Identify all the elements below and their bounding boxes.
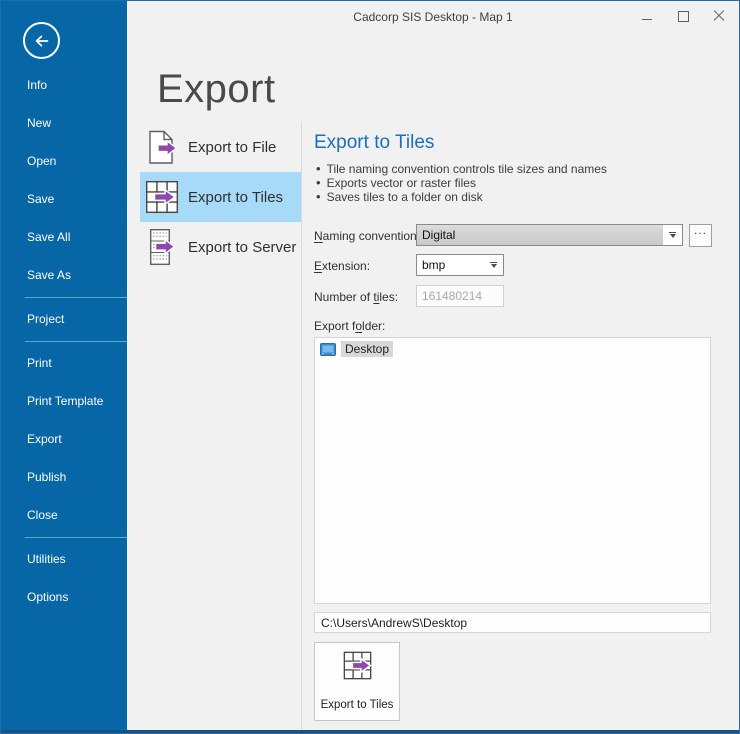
panel-title: Export to Tiles	[314, 132, 435, 153]
sidebar-item-label: Publish	[27, 470, 67, 484]
sidebar-item-info[interactable]: Info	[1, 66, 127, 104]
sidebar-item-label: Utilities	[27, 552, 66, 566]
sidebar-item-label: Print	[27, 356, 52, 370]
extension-value: bmp	[422, 258, 446, 272]
bullet-item: Tile naming convention controls tile siz…	[316, 162, 607, 176]
number-of-tiles-field: 161480214	[416, 285, 504, 307]
extension-select[interactable]: bmp	[416, 254, 504, 276]
close-icon	[713, 10, 725, 22]
sidebar-menu: Info New Open Save Save All Save As Proj…	[1, 66, 127, 616]
sidebar-item-print[interactable]: Print	[1, 344, 127, 382]
naming-convention-label: Naming convention:	[314, 229, 421, 243]
window-controls	[629, 1, 737, 31]
sidebar-item-label: Save All	[27, 230, 71, 244]
nav-item-label: Export to Tiles	[188, 188, 284, 206]
sidebar-item-label: New	[27, 116, 52, 130]
tree-item-desktop[interactable]: Desktop	[320, 341, 710, 357]
export-file-icon	[143, 127, 181, 167]
nav-item-export-to-file[interactable]: Export to File	[140, 122, 301, 172]
sidebar-item-open[interactable]: Open	[1, 142, 127, 180]
bullet-item: Saves tiles to a folder on disk	[316, 190, 607, 204]
sidebar-item-label: Save As	[27, 268, 72, 282]
desktop-icon	[320, 342, 336, 356]
sidebar-item-save-as[interactable]: Save As	[1, 256, 127, 294]
naming-convention-select[interactable]: Digital	[416, 224, 683, 246]
export-tiles-icon	[143, 177, 181, 217]
sidebar-item-export[interactable]: Export	[1, 420, 127, 458]
sidebar-item-close[interactable]: Close	[1, 496, 127, 534]
naming-convention-value: Digital	[417, 225, 663, 245]
export-type-list: Export to File Export to Tiles Export to…	[140, 122, 301, 272]
extension-label: Extension:	[314, 259, 371, 273]
app-window: { "window": { "title": "Cadcorp SIS Desk…	[0, 0, 740, 734]
sidebar-item-label: Project	[27, 312, 65, 326]
sidebar-item-utilities[interactable]: Utilities	[1, 540, 127, 578]
export-to-tiles-button-label: Export to Tiles	[320, 699, 394, 711]
panel-description: Tile naming convention controls tile siz…	[316, 162, 607, 204]
bullet-item: Exports vector or raster files	[316, 176, 607, 190]
window-border-bottom	[1, 730, 739, 733]
browse-naming-convention-button[interactable]: ...	[689, 224, 712, 247]
chevron-down-icon[interactable]	[663, 225, 682, 245]
export-tiles-icon	[343, 651, 372, 680]
export-folder-label: Export folder:	[314, 319, 386, 333]
sidebar-item-label: Save	[27, 192, 55, 206]
chevron-down-icon[interactable]	[484, 255, 503, 275]
maximize-icon	[677, 10, 689, 22]
sidebar-item-print-template[interactable]: Print Template	[1, 382, 127, 420]
export-path-input[interactable]	[314, 612, 711, 633]
page-title: Export	[157, 67, 276, 111]
close-button[interactable]	[701, 1, 737, 31]
minimize-icon	[642, 18, 652, 20]
number-of-tiles-label: Number of tiles:	[314, 290, 399, 304]
back-arrow-icon	[35, 35, 48, 46]
nav-item-label: Export to Server	[188, 238, 297, 256]
sidebar-item-label: Info	[27, 78, 48, 92]
sidebar-item-new[interactable]: New	[1, 104, 127, 142]
sidebar-item-label: Close	[27, 508, 58, 522]
sidebar-item-options[interactable]: Options	[1, 578, 127, 616]
sidebar-item-label: Print Template	[27, 394, 104, 408]
nav-item-export-to-server[interactable]: Export to Server	[140, 222, 301, 272]
panel-divider	[301, 122, 302, 730]
maximize-button[interactable]	[665, 1, 701, 31]
sidebar-item-label: Options	[27, 590, 69, 604]
sidebar-item-save[interactable]: Save	[1, 180, 127, 218]
tree-item-label: Desktop	[341, 341, 394, 357]
back-button[interactable]	[23, 22, 60, 59]
sidebar-item-save-all[interactable]: Save All	[1, 218, 127, 256]
sidebar-item-publish[interactable]: Publish	[1, 458, 127, 496]
nav-item-label: Export to File	[188, 138, 277, 156]
minimize-button[interactable]	[629, 1, 665, 31]
sidebar-item-label: Export	[27, 432, 62, 446]
nav-item-export-to-tiles[interactable]: Export to Tiles	[140, 172, 301, 222]
backstage-sidebar: Info New Open Save Save All Save As Proj…	[1, 1, 127, 733]
export-server-icon	[143, 227, 181, 267]
sidebar-item-project[interactable]: Project	[1, 300, 127, 338]
export-folder-tree[interactable]: Desktop	[314, 337, 711, 604]
export-to-tiles-button[interactable]: Export to Tiles	[314, 642, 400, 721]
sidebar-item-label: Open	[27, 154, 57, 168]
